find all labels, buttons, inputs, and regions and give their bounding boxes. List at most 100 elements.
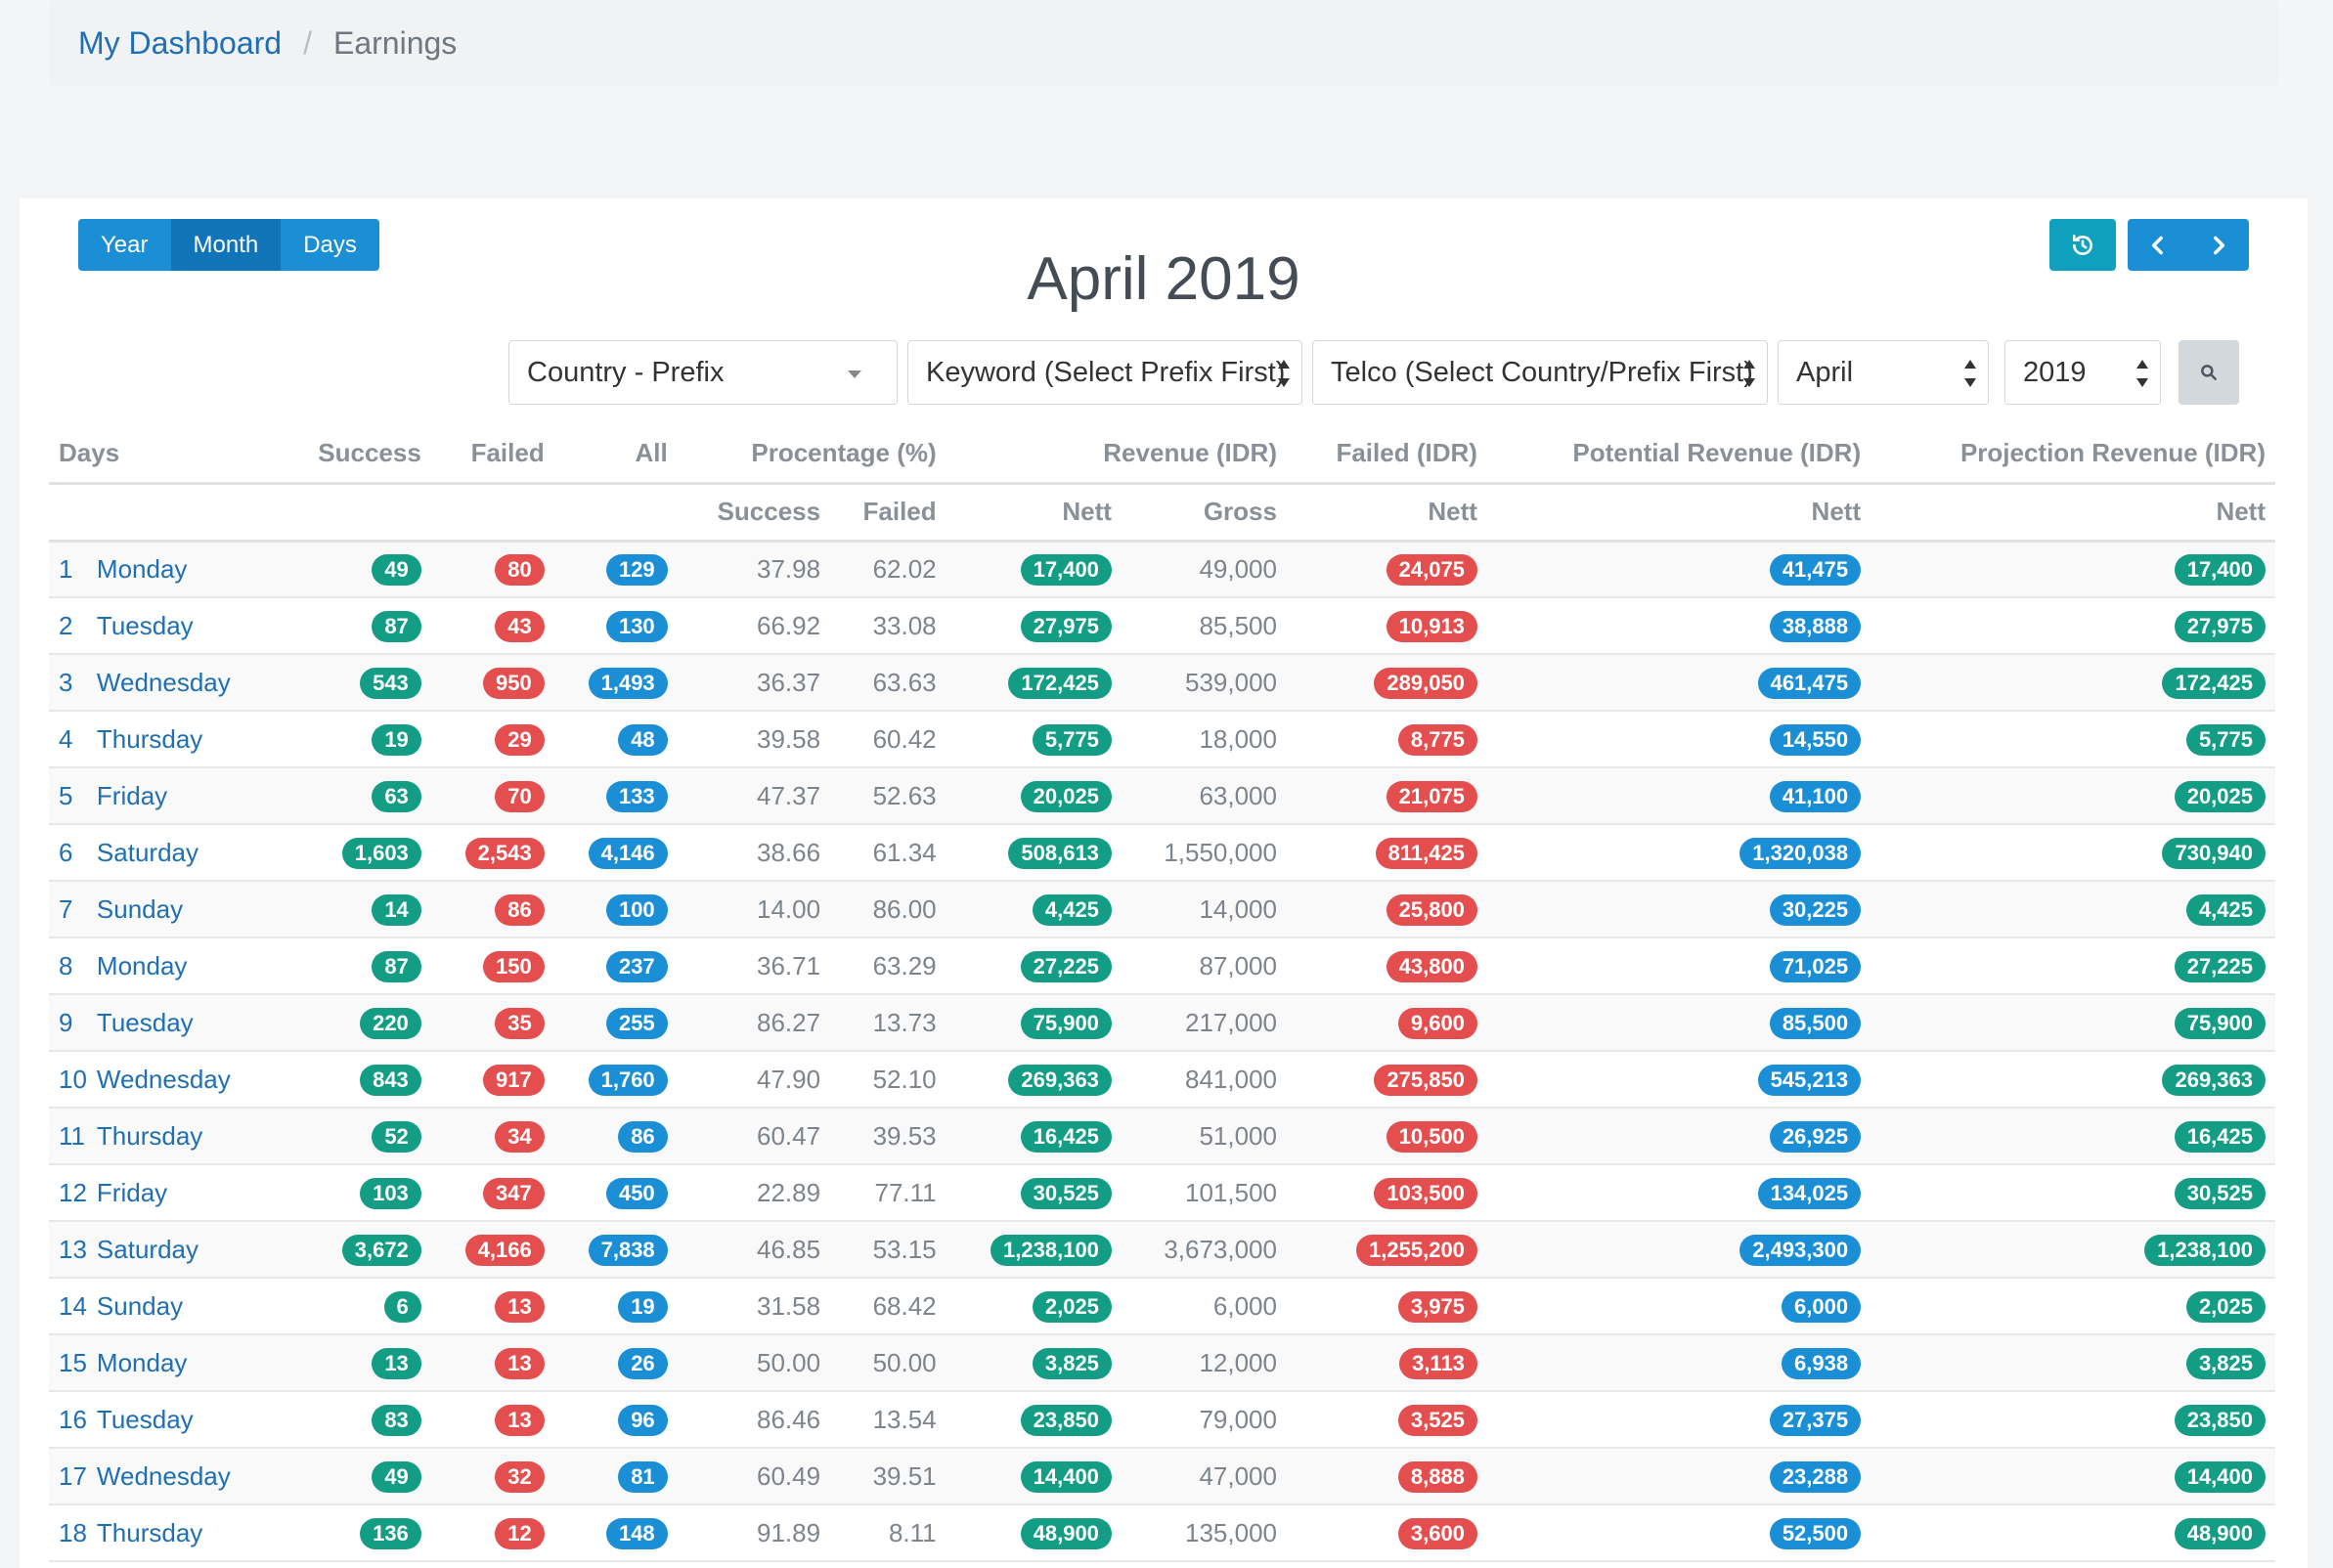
potential-revenue-nett-badge: 52,500 (1769, 1517, 1862, 1549)
success-count-badge: 103 (360, 1177, 421, 1209)
success-percentage: 14.00 (677, 881, 831, 938)
search-button[interactable] (2179, 340, 2239, 405)
day-name[interactable]: Thursday (86, 1108, 279, 1165)
all-count-badge: 86 (618, 1120, 668, 1153)
failed-percentage: 86.00 (830, 881, 946, 938)
day-name[interactable]: Thursday (86, 711, 279, 768)
failed-percentage: 52.10 (830, 1051, 946, 1109)
failed-idr-nett-cell: 43,800 (1286, 937, 1487, 995)
revenue-nett-cell: 172,425 (946, 654, 1122, 712)
day-number: 1 (49, 541, 87, 598)
revenue-nett-badge: 30,525 (1020, 1177, 1112, 1209)
keyword-select[interactable]: Keyword (Select Prefix First) (907, 340, 1302, 405)
success-count-badge: 543 (360, 667, 421, 699)
breadcrumb-home-link[interactable]: My Dashboard (78, 25, 282, 62)
telco-value: Telco (Select Country/Prefix First) (1331, 356, 1753, 388)
success-count-badge: 3,672 (341, 1234, 421, 1266)
earnings-card: Year Month Days April 2019 Country - Pre… (20, 198, 2308, 1568)
success-count-cell: 1,603 (278, 824, 431, 882)
failed-idr-nett-cell: 8,888 (1286, 1448, 1487, 1505)
col-days[interactable]: Days (49, 425, 279, 485)
subcol-potential-nett: Nett (1486, 483, 1871, 543)
success-percentage: 22.89 (677, 1164, 831, 1222)
all-count-cell: 100 (553, 881, 678, 938)
projection-revenue-nett-badge: 172,425 (2162, 667, 2266, 699)
day-name[interactable]: Tuesday (86, 1391, 279, 1449)
potential-revenue-nett-badge: 30,225 (1769, 893, 1862, 926)
success-count-badge: 6 (383, 1290, 421, 1323)
day-name[interactable]: Friday (86, 1164, 279, 1222)
all-count-badge: 26 (618, 1347, 668, 1379)
success-count-badge: 52 (372, 1120, 421, 1153)
day-name[interactable]: Friday (86, 767, 279, 825)
day-name[interactable]: Monday (86, 541, 279, 598)
col-failed-idr[interactable]: Failed (IDR) (1286, 425, 1487, 485)
all-count-cell: 86 (553, 1108, 678, 1165)
day-name[interactable]: Wednesday (86, 654, 279, 712)
day-name[interactable]: Wednesday (86, 1448, 279, 1505)
day-name[interactable]: Tuesday (86, 597, 279, 655)
month-value: April (1796, 356, 1854, 388)
failed-idr-nett-badge: 24,075 (1386, 553, 1477, 586)
failed-idr-nett-badge: 25,800 (1386, 893, 1477, 926)
day-name[interactable]: Wednesday (86, 1051, 279, 1109)
country-prefix-select[interactable]: Country - Prefix (508, 340, 898, 405)
failed-count-badge: 13 (495, 1347, 545, 1379)
col-percentage[interactable]: Procentage (%) (677, 425, 946, 485)
revenue-gross: 51,000 (1121, 1108, 1287, 1165)
failed-idr-nett-cell: 9,600 (1286, 994, 1487, 1052)
day-name[interactable]: Tuesday (86, 994, 279, 1052)
success-count-cell: 136 (278, 1504, 431, 1562)
all-count-badge: 129 (605, 553, 668, 586)
day-name[interactable]: Saturday (86, 1221, 279, 1279)
failed-idr-nett-cell: 10,500 (1286, 1108, 1487, 1165)
table-row: 18 Thursday 136 12 148 91.89 8.11 48,900 135,000… (49, 1504, 2275, 1562)
col-failed[interactable]: Failed (430, 425, 554, 485)
day-name[interactable]: Monday (86, 937, 279, 995)
revenue-gross: 47,000 (1121, 1448, 1287, 1505)
telco-select[interactable]: Telco (Select Country/Prefix First) (1312, 340, 1768, 405)
col-projection-revenue[interactable]: Projection Revenue (IDR) (1871, 425, 2275, 485)
revenue-nett-cell: 2,025 (946, 1278, 1122, 1335)
revenue-gross: 3,673,000 (1121, 1221, 1287, 1279)
month-select[interactable]: April (1778, 340, 1989, 405)
day-number: 8 (49, 937, 87, 995)
col-all[interactable]: All (553, 425, 678, 485)
failed-count-badge: 13 (495, 1404, 545, 1436)
revenue-gross: 85,500 (1121, 597, 1287, 655)
success-count-cell: 49 (278, 541, 431, 598)
failed-count-cell: 80 (430, 541, 554, 598)
day-name[interactable]: Saturday (86, 824, 279, 882)
failed-count-badge: 950 (483, 667, 545, 699)
failed-count-badge: 2,543 (464, 837, 545, 869)
day-name[interactable]: Monday (86, 1334, 279, 1392)
day-number: 9 (49, 994, 87, 1052)
table-body: 1 Monday 49 80 129 37.98 62.02 17,400 49,000 24,0… (49, 541, 2275, 1562)
all-count-badge: 237 (605, 950, 668, 982)
select-arrows-icon (1964, 360, 1978, 387)
all-count-cell: 81 (553, 1448, 678, 1505)
all-count-cell: 148 (553, 1504, 678, 1562)
day-number: 17 (49, 1448, 87, 1505)
col-potential-revenue[interactable]: Potential Revenue (IDR) (1486, 425, 1871, 485)
year-select[interactable]: 2019 (2004, 340, 2161, 405)
success-count-badge: 220 (360, 1007, 421, 1039)
table-row: 6 Saturday 1,603 2,543 4,146 38.66 61.34 508,61… (49, 824, 2275, 882)
all-count-badge: 7,838 (588, 1234, 668, 1266)
col-success[interactable]: Success (278, 425, 431, 485)
breadcrumb: My Dashboard / Earnings (49, 0, 2278, 86)
day-name[interactable]: Sunday (86, 881, 279, 938)
col-revenue[interactable]: Revenue (IDR) (946, 425, 1287, 485)
day-number: 14 (49, 1278, 87, 1335)
failed-percentage: 63.29 (830, 937, 946, 995)
day-number: 16 (49, 1391, 87, 1449)
all-count-cell: 129 (553, 541, 678, 598)
projection-revenue-nett-cell: 5,775 (1871, 711, 2275, 768)
day-name[interactable]: Sunday (86, 1278, 279, 1335)
day-name[interactable]: Thursday (86, 1504, 279, 1562)
revenue-nett-badge: 27,975 (1020, 610, 1112, 642)
potential-revenue-nett-badge: 14,550 (1769, 723, 1862, 756)
failed-count-cell: 150 (430, 937, 554, 995)
table-row: 16 Tuesday 83 13 96 86.46 13.54 23,850 79,000 3,5… (49, 1391, 2275, 1449)
success-percentage: 86.27 (677, 994, 831, 1052)
